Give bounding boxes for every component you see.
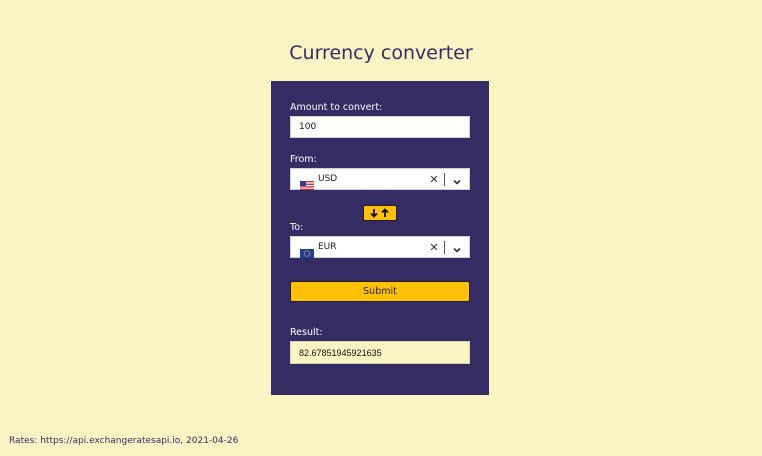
chevron-down-icon[interactable]: [451, 173, 463, 185]
from-currency-select[interactable]: USD ✕: [290, 168, 470, 190]
from-label: From:: [290, 154, 317, 165]
swap-button[interactable]: [363, 205, 397, 221]
clear-to-icon[interactable]: ✕: [428, 241, 440, 254]
page-title: Currency converter: [289, 42, 473, 64]
amount-input[interactable]: 100: [290, 116, 470, 138]
submit-button[interactable]: Submit: [290, 281, 470, 302]
to-label: To:: [290, 222, 304, 233]
clear-from-icon[interactable]: ✕: [428, 173, 440, 186]
eu-flag-icon: [300, 243, 314, 258]
chevron-down-icon[interactable]: [451, 241, 463, 253]
from-currency-value: USD: [318, 174, 338, 184]
to-currency-value: EUR: [318, 242, 337, 252]
select-separator: [444, 240, 445, 254]
result-field: 82.67851945921635: [290, 341, 470, 364]
rates-source-text: Rates: https://api.exchangeratesapi.io, …: [9, 436, 239, 446]
converter-panel: Amount to convert: 100 From: USD ✕ To: E…: [271, 81, 489, 395]
select-separator: [444, 172, 445, 186]
swap-arrows-icon: [370, 208, 389, 218]
to-currency-select[interactable]: EUR ✕: [290, 236, 470, 258]
result-label: Result:: [290, 327, 323, 338]
amount-label: Amount to convert:: [290, 102, 383, 113]
us-flag-icon: [300, 175, 314, 190]
